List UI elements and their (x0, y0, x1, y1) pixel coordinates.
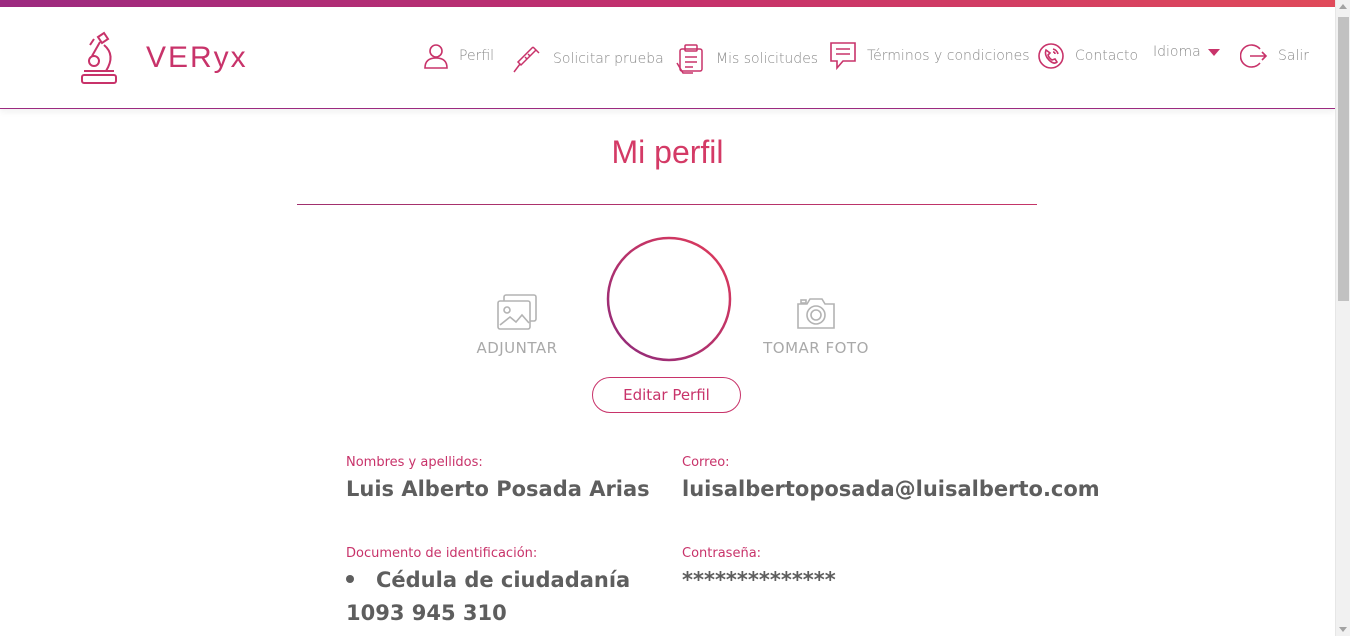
nav-request-test-label: Solicitar prueba (553, 51, 664, 67)
nav-terms-label: Términos y condiciones (867, 48, 1030, 64)
document-type-value: Cédula de ciudadanía (376, 568, 631, 592)
scroll-up-arrow-icon[interactable] (1339, 4, 1347, 9)
vertical-scrollbar[interactable] (1335, 0, 1350, 636)
edit-profile-button[interactable]: Editar Perfil (592, 377, 741, 413)
top-accent-bar (0, 0, 1335, 7)
header: VERyx Perfil Solicitar prueba Mis solici… (0, 7, 1335, 109)
password-label: Contraseña: (682, 546, 762, 561)
email-value: luisalbertoposada@luisalberto.com (682, 477, 1100, 501)
nav-terms[interactable]: Términos y condiciones (829, 41, 1030, 71)
nav-request-test[interactable]: Solicitar prueba (511, 43, 664, 75)
title-divider (297, 204, 1037, 205)
document-number: 1093 945 310 (346, 601, 507, 625)
logout-icon (1240, 44, 1268, 68)
scroll-down-arrow-icon[interactable] (1339, 627, 1347, 632)
scrollbar-thumb[interactable] (1338, 17, 1349, 301)
take-photo-label: TOMAR FOTO (763, 339, 869, 357)
password-value: ************** (682, 568, 836, 592)
name-value: Luis Alberto Posada Arias (346, 477, 650, 501)
user-icon (424, 44, 448, 69)
page-title: Mi perfil (611, 134, 724, 170)
message-lines-icon (830, 42, 856, 71)
take-photo-button[interactable]: TOMAR FOTO (758, 295, 874, 357)
nav-contact[interactable]: Contacto (1037, 42, 1138, 70)
document-type: Cédula de ciudadanía (346, 568, 630, 592)
name-label: Nombres y apellidos: (346, 455, 483, 470)
nav-my-requests[interactable]: Mis solicitudes (676, 43, 818, 75)
nav-language-label: Idioma (1153, 44, 1201, 60)
image-gallery-icon (497, 294, 537, 330)
attach-photo-button[interactable]: ADJUNTAR (472, 293, 562, 357)
document-label: Documento de identificación: (346, 546, 538, 561)
camera-icon (797, 298, 835, 329)
syringe-icon (513, 46, 540, 73)
avatar (606, 236, 732, 362)
caret-down-icon (1207, 49, 1220, 56)
nav-language-dropdown[interactable]: Idioma (1153, 44, 1221, 60)
clipboard-icon (676, 44, 703, 74)
nav-profile-label: Perfil (459, 48, 495, 64)
nav-contact-label: Contacto (1075, 48, 1139, 64)
nav-logout[interactable]: Salir (1240, 42, 1309, 70)
phone-icon (1038, 43, 1064, 69)
attach-label: ADJUNTAR (476, 339, 558, 357)
nav-logout-label: Salir (1278, 48, 1310, 64)
bullet-icon (346, 575, 354, 583)
email-label: Correo: (682, 455, 730, 470)
nav-my-requests-label: Mis solicitudes (716, 51, 819, 67)
microscope-logo-icon[interactable] (78, 31, 120, 87)
nav-profile[interactable]: Perfil (423, 43, 494, 69)
brand-name[interactable]: VERyx (146, 41, 248, 75)
